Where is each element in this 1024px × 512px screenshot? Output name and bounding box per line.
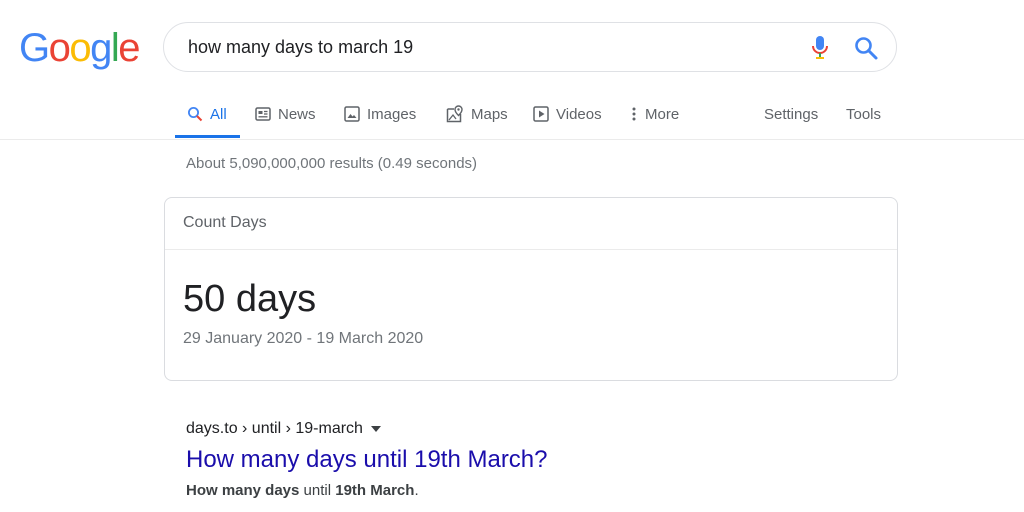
logo-letter: l xyxy=(110,26,120,70)
snippet-text: . xyxy=(414,482,419,499)
google-logo[interactable]: Google xyxy=(19,26,140,70)
result-breadcrumb: days.to › until › 19-march xyxy=(186,420,381,438)
logo-letter: o xyxy=(48,26,71,70)
tab-news[interactable]: News xyxy=(255,92,316,136)
search-tabs: All News Images Maps Videos More Setting… xyxy=(0,92,1024,139)
snippet-text: until xyxy=(299,482,336,499)
tab-all[interactable]: All xyxy=(187,92,227,136)
days-count: 50 days xyxy=(183,278,317,320)
tab-images[interactable]: Images xyxy=(344,92,416,136)
tab-label: More xyxy=(645,105,680,123)
snippet-bold: 19th March xyxy=(335,482,415,499)
active-tab-indicator xyxy=(175,135,240,138)
tools-link[interactable]: Tools xyxy=(846,92,881,136)
image-icon xyxy=(344,106,360,122)
logo-letter: o xyxy=(69,26,91,70)
logo-letter: G xyxy=(19,26,50,70)
search-icon xyxy=(188,107,203,122)
result-title-link[interactable]: How many days until 19th March? xyxy=(186,446,548,474)
logo-letter: e xyxy=(118,26,140,70)
snippet-bold: How many days xyxy=(186,482,300,499)
video-icon xyxy=(533,106,549,122)
card-divider xyxy=(165,249,897,250)
tab-label: Maps xyxy=(471,105,508,123)
tabs-divider xyxy=(0,139,1024,140)
more-vert-icon xyxy=(632,107,636,121)
caret-down-icon[interactable] xyxy=(370,426,381,432)
result-snippet: How many days until 19th March. xyxy=(186,482,419,499)
tab-label: News xyxy=(278,105,316,123)
tab-maps[interactable]: Maps xyxy=(446,92,508,136)
breadcrumb-text: days.to › until › 19-march xyxy=(186,420,363,437)
tab-more[interactable]: More xyxy=(630,92,679,136)
search-icon[interactable] xyxy=(853,35,879,61)
news-icon xyxy=(255,107,271,121)
map-icon xyxy=(446,105,463,123)
tab-label: Videos xyxy=(556,105,602,123)
logo-letter: g xyxy=(90,26,112,70)
tab-videos[interactable]: Videos xyxy=(533,92,602,136)
tab-label: Images xyxy=(367,105,417,123)
settings-link[interactable]: Settings xyxy=(764,92,818,136)
count-days-card: Count Days 50 days 29 January 2020 - 19 … xyxy=(164,197,898,381)
card-title: Count Days xyxy=(183,214,267,231)
microphone-icon[interactable] xyxy=(810,35,830,61)
search-input[interactable]: how many days to march 19 xyxy=(188,23,413,71)
search-box[interactable]: how many days to march 19 xyxy=(163,22,897,72)
tab-label: All xyxy=(210,105,227,123)
date-range: 29 January 2020 - 19 March 2020 xyxy=(183,330,424,347)
result-stats: About 5,090,000,000 results (0.49 second… xyxy=(186,155,478,172)
